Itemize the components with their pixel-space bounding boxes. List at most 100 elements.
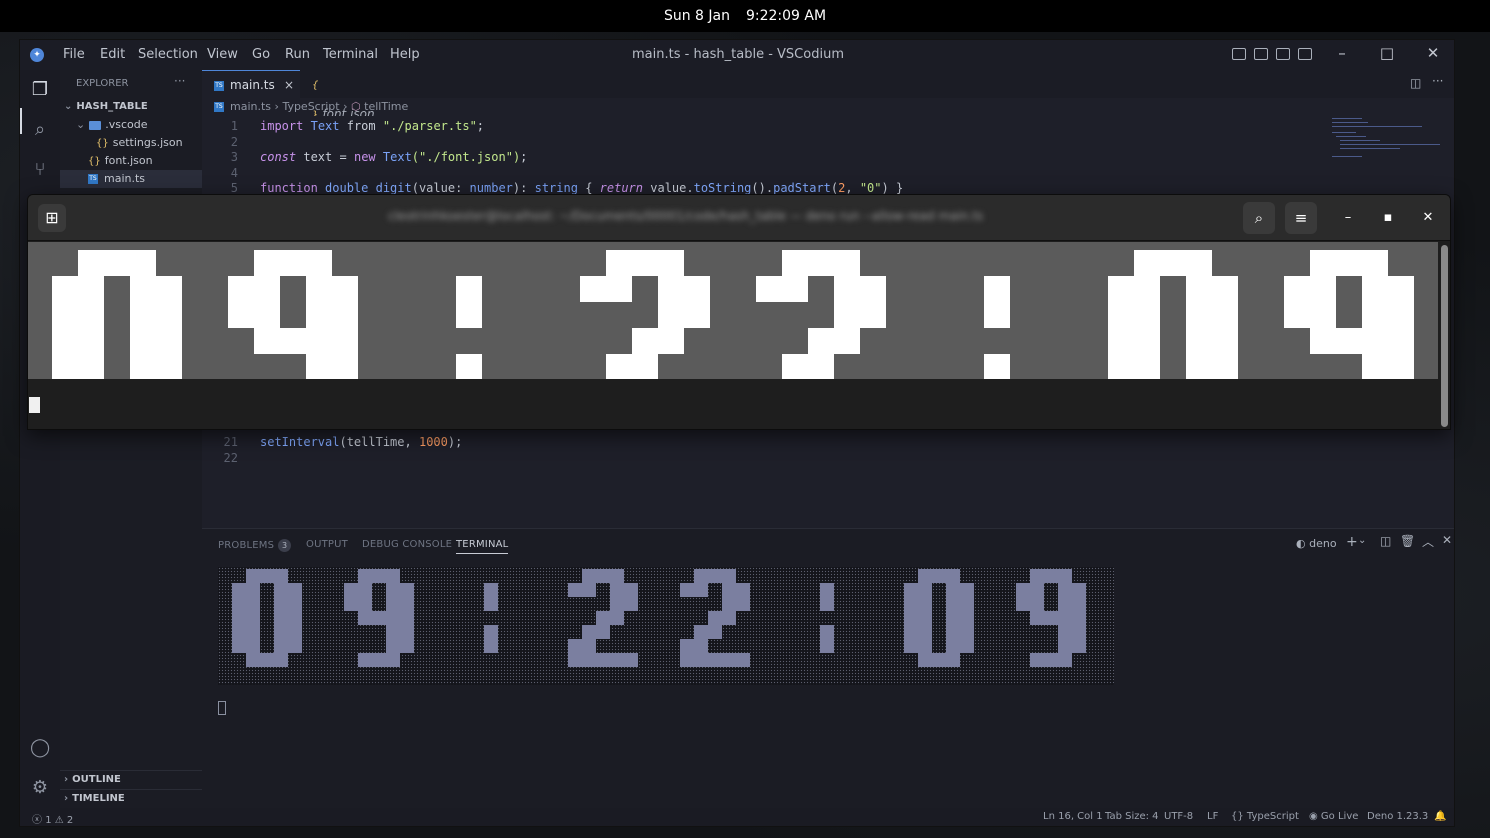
clock-pixel bbox=[904, 625, 918, 639]
clock-pixel bbox=[306, 302, 332, 328]
terminal-minimize-icon[interactable]: – bbox=[1337, 207, 1359, 229]
manage-gear-icon[interactable]: ⚙ bbox=[30, 778, 50, 798]
tree-item-font-json[interactable]: {} font.json bbox=[60, 152, 202, 170]
clock-pixel bbox=[246, 583, 260, 597]
clock-pixel bbox=[820, 625, 834, 639]
clock-pixel bbox=[582, 583, 596, 597]
chevron-down-icon[interactable]: ⌄ bbox=[1358, 535, 1366, 546]
clock-pixel bbox=[254, 250, 280, 276]
clock-pixel bbox=[834, 328, 860, 354]
clock-pixel bbox=[484, 639, 498, 653]
activity-bar: ❐ ⌕ ⑂ ◯ ⚙ 1 bbox=[20, 70, 60, 826]
clock-pixel bbox=[332, 328, 358, 354]
customize-layout-icon[interactable] bbox=[1298, 48, 1312, 60]
clock-pixel bbox=[52, 276, 78, 302]
clock-pixel bbox=[904, 597, 918, 611]
terminal-search-button[interactable]: ⌕ bbox=[1243, 202, 1275, 234]
tab-main-ts[interactable]: TS main.ts × bbox=[202, 70, 300, 98]
system-date[interactable]: Sun 8 Jan bbox=[664, 8, 730, 24]
tree-item-vscode-folder[interactable]: ⌄ .vscode bbox=[60, 116, 202, 134]
clock-pixel bbox=[736, 597, 750, 611]
clock-pixel bbox=[684, 302, 710, 328]
breadcrumb-file[interactable]: main.ts bbox=[230, 100, 271, 113]
timeline-section[interactable]: › TIMELINE bbox=[60, 789, 202, 807]
clock-pixel bbox=[78, 328, 104, 354]
notifications-bell-icon[interactable]: 🔔 bbox=[1434, 811, 1446, 822]
new-terminal-icon[interactable]: + bbox=[1346, 534, 1358, 550]
terminal-maximize-icon[interactable]: ▪ bbox=[1377, 207, 1399, 229]
outline-section[interactable]: › OUTLINE bbox=[60, 770, 202, 788]
editor-more-icon[interactable]: ··· bbox=[1432, 74, 1443, 88]
active-view-indicator bbox=[20, 108, 22, 134]
clock-pixel bbox=[1016, 583, 1030, 597]
language-mode[interactable]: {} TypeScript bbox=[1231, 811, 1299, 822]
maximize-panel-icon[interactable]: ︿ bbox=[1422, 533, 1434, 550]
tab-size[interactable]: Tab Size: 4 bbox=[1105, 811, 1159, 822]
clock-glyphs bbox=[232, 569, 1086, 667]
tree-item-main-ts[interactable]: TS main.ts bbox=[60, 170, 202, 188]
close-panel-icon[interactable]: ✕ bbox=[1442, 533, 1452, 547]
tab-close-icon[interactable]: × bbox=[284, 71, 294, 99]
clock-pixel bbox=[228, 302, 254, 328]
clock-pixel bbox=[918, 611, 932, 625]
tree-root[interactable]: ⌄ HASH_TABLE bbox=[60, 98, 202, 116]
minimap[interactable] bbox=[1332, 116, 1442, 176]
maximize-icon[interactable]: □ bbox=[1377, 44, 1397, 62]
minimize-icon[interactable]: – bbox=[1332, 44, 1352, 62]
clock-pixel bbox=[736, 583, 750, 597]
clock-pixel bbox=[960, 583, 974, 597]
cursor-position[interactable]: Ln 16, Col 1 bbox=[1043, 811, 1103, 822]
tab-problems[interactable]: PROBLEMS 3 bbox=[218, 539, 292, 552]
clock-pixel bbox=[400, 597, 414, 611]
go-live[interactable]: ◉ Go Live bbox=[1309, 811, 1358, 822]
more-actions-icon[interactable]: ··· bbox=[174, 74, 185, 88]
clock-pixel bbox=[680, 583, 694, 597]
tab-font-json[interactable]: { }font.json bbox=[300, 70, 396, 121]
breadcrumb-language[interactable]: TypeScript bbox=[282, 100, 339, 113]
accounts-icon[interactable]: ◯ bbox=[30, 738, 50, 758]
trash-icon[interactable]: 🗑 bbox=[1400, 534, 1415, 548]
tab-output[interactable]: OUTPUT bbox=[306, 539, 348, 550]
explorer-icon[interactable]: ❐ bbox=[30, 80, 50, 100]
clock-pixel bbox=[78, 276, 104, 302]
terminal-menu-button[interactable]: ≡ bbox=[1285, 202, 1317, 234]
search-icon[interactable]: ⌕ bbox=[30, 120, 50, 140]
source-control-icon[interactable]: ⑂ bbox=[30, 160, 50, 180]
clock-pixel bbox=[52, 302, 78, 328]
clock-pixel bbox=[932, 569, 946, 583]
clock-pixel bbox=[372, 611, 386, 625]
split-terminal-icon[interactable]: ◫ bbox=[1380, 534, 1391, 548]
new-tab-button[interactable]: ⊞ bbox=[38, 204, 66, 232]
clock-pixel bbox=[580, 276, 606, 302]
toggle-panel-icon[interactable] bbox=[1254, 48, 1268, 60]
encoding[interactable]: UTF-8 bbox=[1164, 811, 1193, 822]
tab-terminal[interactable]: TERMINAL bbox=[456, 539, 509, 554]
clock-pixel bbox=[808, 328, 834, 354]
terminal-selector[interactable]: ◐ deno bbox=[1296, 537, 1337, 550]
clock-pixel bbox=[610, 583, 624, 597]
problems-status[interactable]: ⓧ 1 ⚠ 2 bbox=[32, 811, 73, 826]
tree-item-settings-json[interactable]: {} settings.json bbox=[60, 134, 202, 152]
split-editor-icon[interactable]: ◫ bbox=[1410, 76, 1421, 90]
clock-pixel bbox=[288, 583, 302, 597]
terminal-close-icon[interactable]: ✕ bbox=[1417, 207, 1439, 229]
clock-pixel bbox=[1072, 639, 1086, 653]
close-icon[interactable]: ✕ bbox=[1423, 44, 1443, 62]
clock-pixel bbox=[658, 328, 684, 354]
end-of-line[interactable]: LF bbox=[1207, 811, 1218, 822]
deno-version[interactable]: Deno 1.23.3 bbox=[1367, 811, 1428, 822]
clock-pixel bbox=[860, 276, 886, 302]
tab-debug-console[interactable]: DEBUG CONSOLE bbox=[362, 539, 452, 550]
breadcrumb-symbol[interactable]: tellTime bbox=[364, 100, 408, 113]
clock-pixel bbox=[946, 653, 960, 667]
clock-pixel bbox=[1362, 354, 1388, 380]
system-time[interactable]: 9:22:09 AM bbox=[746, 8, 826, 24]
clock-pixel bbox=[358, 569, 372, 583]
clock-pixel bbox=[820, 597, 834, 611]
clock-pixel bbox=[624, 597, 638, 611]
toggle-secondary-sidebar-icon[interactable] bbox=[1276, 48, 1290, 60]
toggle-sidebar-icon[interactable] bbox=[1232, 48, 1246, 60]
clock-pixel bbox=[680, 639, 694, 653]
terminal-scrollbar[interactable] bbox=[1441, 245, 1448, 427]
clock-pixel bbox=[904, 583, 918, 597]
